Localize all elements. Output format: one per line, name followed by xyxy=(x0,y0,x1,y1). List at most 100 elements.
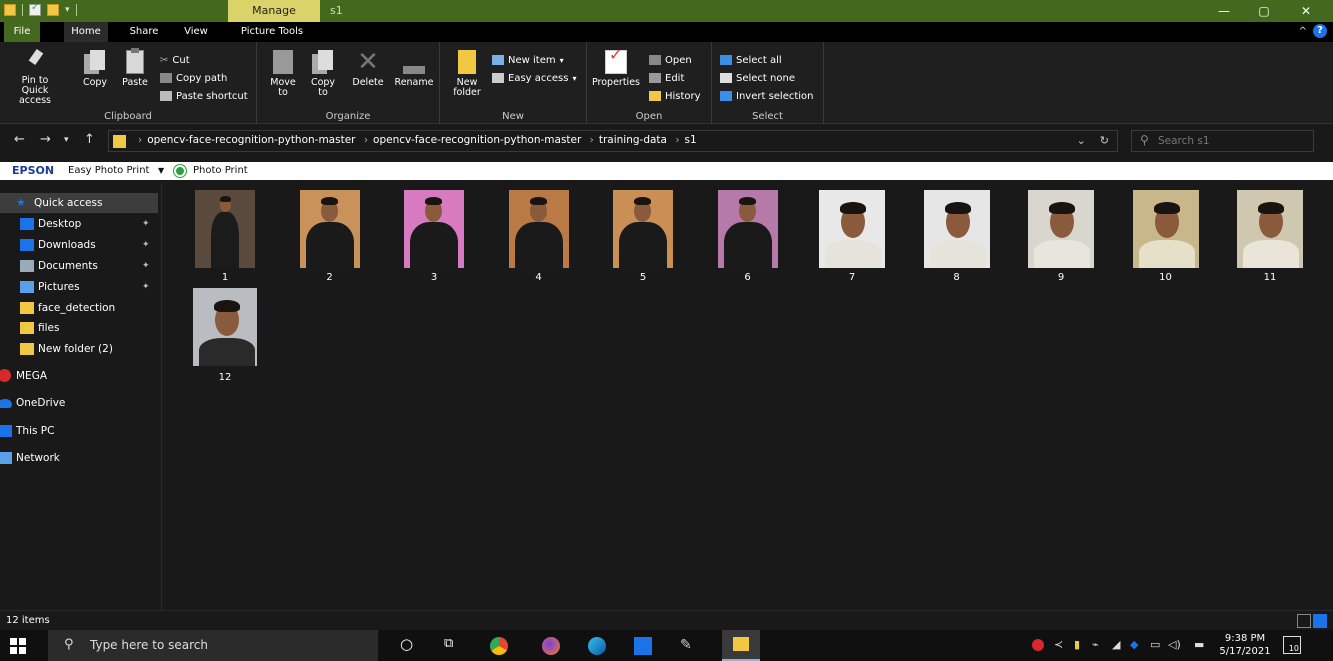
open-button[interactable]: Open xyxy=(649,52,692,68)
close-button[interactable]: ✕ xyxy=(1288,0,1324,22)
file-thumbnail[interactable]: 2 xyxy=(278,186,382,286)
sidebar-item[interactable]: face_detection xyxy=(0,298,158,318)
file-thumbnail[interactable]: 9 xyxy=(1009,186,1113,286)
mega-tray-icon[interactable] xyxy=(1032,639,1044,651)
manage-tab[interactable]: Manage xyxy=(228,0,320,22)
sidebar-item[interactable]: This PC xyxy=(0,421,158,441)
file-thumbnail[interactable]: 7 xyxy=(800,186,904,286)
pin-icon[interactable]: ✦ xyxy=(142,277,150,297)
chevron-up-icon[interactable]: ^ xyxy=(1299,26,1307,37)
tab-home[interactable]: Home xyxy=(64,22,108,42)
sidebar-item[interactable]: MEGA xyxy=(0,366,158,386)
tray-icon[interactable]: ≺ xyxy=(1054,638,1063,651)
move-to-button[interactable]: Move to xyxy=(267,50,299,98)
file-thumbnail[interactable]: 12 xyxy=(173,286,277,386)
sidebar-item[interactable]: ★ Quick access xyxy=(0,193,158,213)
tab-view[interactable]: View xyxy=(176,22,216,42)
maximize-button[interactable]: ▢ xyxy=(1246,0,1282,22)
notification-icon[interactable]: 10 xyxy=(1283,636,1301,654)
edit-button[interactable]: Edit xyxy=(649,70,684,86)
recent-locations-icon[interactable]: ▾ xyxy=(64,135,69,145)
refresh-icon[interactable]: ↻ xyxy=(1100,134,1109,147)
pin-icon[interactable]: ✦ xyxy=(142,235,150,255)
delete-button[interactable]: ✕ Delete xyxy=(351,49,385,88)
sidebar-item[interactable]: OneDrive xyxy=(0,393,158,413)
tab-file[interactable]: File xyxy=(4,22,40,42)
pin-quick-access-button[interactable]: Pin to Quick access xyxy=(8,50,62,106)
breadcrumb-item[interactable]: s1 xyxy=(685,134,697,146)
feather-icon[interactable]: ✎ xyxy=(680,637,698,655)
new-item-button[interactable]: New item ▾ xyxy=(492,52,564,68)
back-icon[interactable]: ← xyxy=(14,132,25,147)
new-folder-button[interactable]: New folder xyxy=(448,50,486,98)
tray-icon[interactable]: ⌁ xyxy=(1092,638,1099,651)
security-icon[interactable]: ◆ xyxy=(1130,638,1138,651)
chevron-down-icon[interactable]: ▾ xyxy=(65,5,70,15)
invert-selection-button[interactable]: Invert selection xyxy=(720,88,814,104)
firefox-icon[interactable] xyxy=(542,637,560,655)
search-box[interactable]: ⚲ Search s1 xyxy=(1131,130,1314,152)
file-thumbnail[interactable]: 1 xyxy=(173,186,277,286)
file-thumbnail[interactable]: 3 xyxy=(382,186,486,286)
breadcrumb-item[interactable]: opencv-face-recognition-python-master xyxy=(373,134,581,146)
forward-icon[interactable]: → xyxy=(40,132,51,147)
file-thumbnail[interactable]: 4 xyxy=(487,186,591,286)
file-thumbnail[interactable]: 5 xyxy=(591,186,695,286)
history-button[interactable]: History xyxy=(649,88,701,104)
sidebar-item[interactable]: Documents ✦ xyxy=(0,256,158,276)
keyboard-icon[interactable]: ▬ xyxy=(1194,638,1204,651)
paste-shortcut-button[interactable]: Paste shortcut xyxy=(160,88,248,104)
chevron-down-icon[interactable]: ⌄ xyxy=(1077,134,1086,147)
sidebar-item[interactable]: Downloads ✦ xyxy=(0,235,158,255)
select-all-button[interactable]: Select all xyxy=(720,52,782,68)
copy-button[interactable]: Copy xyxy=(80,50,110,88)
edge-icon[interactable] xyxy=(588,637,606,655)
rename-button[interactable]: Rename xyxy=(393,50,435,88)
copy-to-button[interactable]: Copy to xyxy=(307,50,339,98)
path-box[interactable]: › opencv-face-recognition-python-master ›… xyxy=(108,130,1118,152)
new-folder-icon[interactable] xyxy=(47,4,59,16)
sidebar-item[interactable]: Pictures ✦ xyxy=(0,277,158,297)
network-icon[interactable]: ◢ xyxy=(1112,638,1120,651)
file-thumbnail[interactable]: 10 xyxy=(1114,186,1218,286)
breadcrumb-item[interactable]: opencv-face-recognition-python-master xyxy=(147,134,355,146)
clock[interactable]: 9:38 PM 5/17/2021 xyxy=(1218,632,1272,658)
tab-share[interactable]: Share xyxy=(122,22,166,42)
tab-picture-tools[interactable]: Picture Tools xyxy=(232,22,312,42)
file-explorer-taskbar-button[interactable] xyxy=(722,630,760,661)
chevron-down-icon[interactable]: ▼ xyxy=(158,162,164,180)
easy-photo-print-button[interactable]: Easy Photo Print xyxy=(68,162,149,180)
taskbar-search[interactable]: ⚲ Type here to search xyxy=(48,630,378,661)
cut-button[interactable]: ✂ Cut xyxy=(160,52,190,68)
file-thumbnail[interactable]: 8 xyxy=(905,186,1009,286)
volume-icon[interactable]: ◁) xyxy=(1168,638,1181,651)
sidebar-item[interactable]: New folder (2) xyxy=(0,339,158,359)
battery-icon[interactable]: ▭ xyxy=(1150,638,1160,651)
sidebar-item[interactable]: Network xyxy=(0,448,158,468)
copy-path-button[interactable]: Copy path xyxy=(160,70,227,86)
pin-icon[interactable]: ✦ xyxy=(142,256,150,276)
minimize-button[interactable]: — xyxy=(1206,0,1242,22)
file-thumbnail[interactable]: 6 xyxy=(696,186,800,286)
tray-icon[interactable]: ▮ xyxy=(1074,638,1080,651)
paste-button[interactable]: Paste xyxy=(120,48,150,88)
breadcrumb-item[interactable]: training-data xyxy=(599,134,667,146)
help-icon[interactable]: ? xyxy=(1313,24,1327,38)
up-icon[interactable]: ↑ xyxy=(84,132,95,147)
pin-icon[interactable]: ✦ xyxy=(142,214,150,234)
properties-icon[interactable] xyxy=(29,2,41,16)
photo-print-button[interactable]: Photo Print xyxy=(193,162,248,180)
mail-icon[interactable] xyxy=(634,637,652,655)
file-thumbnail[interactable]: 11 xyxy=(1218,186,1322,286)
chrome-icon[interactable] xyxy=(490,637,508,655)
cortana-icon[interactable]: ○ xyxy=(400,635,418,653)
details-view-icon[interactable] xyxy=(1297,614,1311,628)
large-icons-view-icon[interactable] xyxy=(1313,614,1327,628)
sidebar-item[interactable]: files xyxy=(0,318,158,338)
easy-access-button[interactable]: Easy access ▾ xyxy=(492,70,576,86)
task-view-icon[interactable]: ⧉ xyxy=(444,636,462,654)
folder-icon[interactable] xyxy=(4,4,16,16)
properties-button[interactable]: Properties xyxy=(591,50,641,88)
sidebar-item[interactable]: Desktop ✦ xyxy=(0,214,158,234)
select-none-button[interactable]: Select none xyxy=(720,70,795,86)
